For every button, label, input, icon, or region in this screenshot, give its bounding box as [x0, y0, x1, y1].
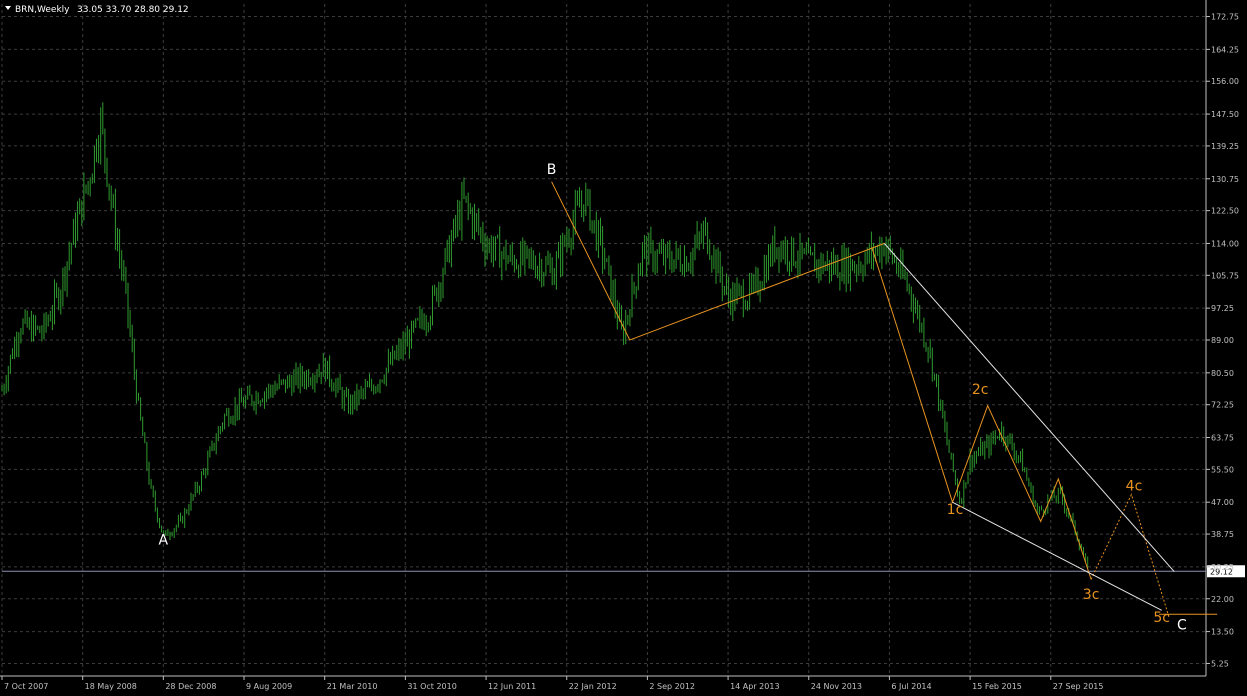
- y-tick-label: 89.00: [1211, 336, 1234, 345]
- x-tick-label: 24 Nov 2013: [811, 682, 862, 691]
- y-tick-label: 30.25: [1211, 563, 1234, 572]
- wave-line: [1090, 493, 1170, 619]
- wave-label: 5c: [1153, 610, 1170, 626]
- symbol-label: BRN,Weekly: [15, 5, 70, 15]
- price-series: [1, 102, 1089, 568]
- dropdown-arrow-icon[interactable]: [5, 6, 11, 10]
- channel-line: [884, 243, 1175, 573]
- x-tick-label: 22 Jan 2012: [569, 682, 617, 691]
- chart-window: 29.12 A B 1c 2c 3c 4c 5c C 172.75 164.25 156.00 14…: [0, 0, 1247, 696]
- x-tick-label: 9 Aug 2009: [246, 682, 292, 691]
- x-tick-label: 12 Jun 2011: [488, 682, 536, 691]
- x-tick-label: 28 Dec 2008: [165, 682, 216, 691]
- y-tick-label: 47.00: [1211, 498, 1234, 507]
- price-chart[interactable]: 29.12 AB1c2c3c4c5c C 172.75164.25156.0014…: [0, 0, 1247, 696]
- wave-label: 1c: [947, 502, 964, 518]
- x-tick-label: 2 Sep 2012: [649, 682, 695, 691]
- y-tick-label: 38.75: [1211, 530, 1234, 539]
- wave-label: A: [159, 533, 169, 549]
- y-tick-label: 72.25: [1211, 401, 1234, 410]
- x-tick-label: 21 Mar 2010: [327, 682, 378, 691]
- y-tick-label: 13.50: [1211, 628, 1234, 637]
- grid-lines: [1, 4, 1206, 676]
- x-tick-label: 18 May 2008: [85, 682, 137, 691]
- x-axis-ticks: 7 Oct 2007 18 May 2008 28 Dec 2008 9 Aug 20…: [1, 676, 1104, 691]
- wave-label: C: [1177, 618, 1187, 634]
- x-tick-label: 6 Jul 2014: [891, 682, 931, 691]
- y-tick-label: 22.00: [1211, 595, 1234, 604]
- wave-line: [871, 247, 1092, 580]
- x-tick-label: 15 Feb 2015: [972, 682, 1022, 691]
- y-tick-label: 172.75: [1211, 13, 1239, 22]
- x-tick-label: 7 Oct 2007: [4, 682, 48, 691]
- y-tick-label: 164.25: [1211, 45, 1239, 54]
- y-tick-label: 156.00: [1211, 77, 1239, 86]
- y-tick-label: 122.50: [1211, 207, 1239, 216]
- wave-label: 2c: [972, 382, 989, 398]
- channel-lines: [884, 243, 1175, 611]
- chart-header: BRN,Weekly 33.05 33.70 28.80 29.12: [5, 5, 189, 15]
- y-tick-label: 130.75: [1211, 175, 1239, 184]
- y-tick-label: 114.00: [1211, 239, 1239, 248]
- y-tick-label: 147.50: [1211, 110, 1239, 119]
- y-tick-label: 55.50: [1211, 465, 1234, 474]
- wave-label: 4c: [1126, 479, 1143, 495]
- x-tick-label: 31 Oct 2010: [407, 682, 456, 691]
- x-tick-label: 27 Sep 2015: [1053, 682, 1104, 691]
- ohlc-readout: 33.05 33.70 28.80 29.12: [77, 5, 189, 15]
- x-tick-label: 14 Apr 2013: [730, 682, 779, 691]
- wave-label: 3c: [1083, 587, 1100, 603]
- y-tick-label: 139.25: [1211, 142, 1239, 151]
- chart-axes: [0, 0, 1207, 677]
- y-tick-label: 105.75: [1211, 271, 1239, 280]
- channel-line: [952, 501, 1162, 611]
- y-tick-label: 97.25: [1211, 304, 1234, 313]
- wave-labels: A B 1c 2c 3c 4c 5c C: [159, 162, 1187, 634]
- y-tick-label: 80.50: [1211, 369, 1234, 378]
- y-tick-label: 5.25: [1211, 659, 1229, 668]
- y-tick-label: 63.75: [1211, 434, 1234, 443]
- wave-label: B: [547, 162, 557, 178]
